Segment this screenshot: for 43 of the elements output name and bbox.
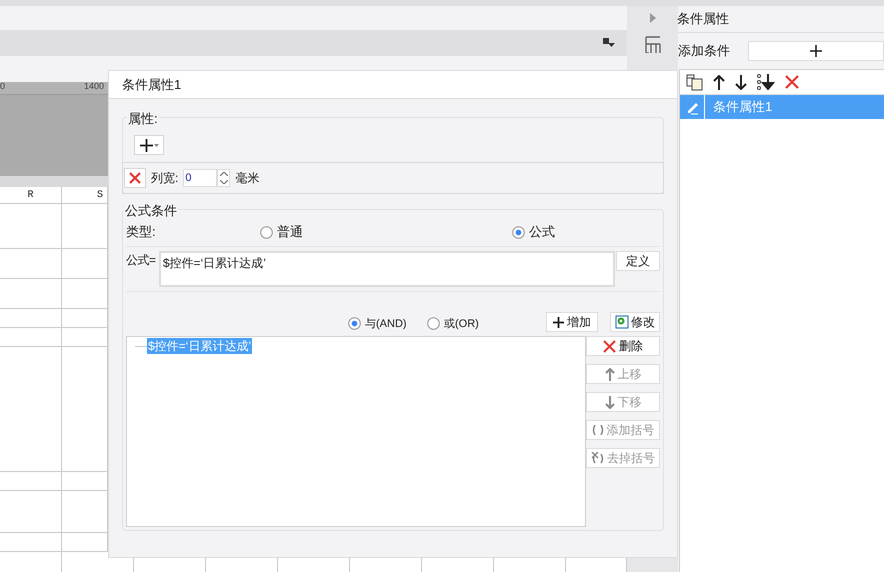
- radio-option[interactable]: 与(AND): [348, 316, 427, 332]
- dialog-title: 条件属性1: [122, 76, 182, 94]
- column-header: S: [96, 189, 103, 203]
- add-button[interactable]: 增加: [546, 312, 598, 332]
- parentheses-icon: [592, 425, 604, 435]
- width-field[interactable]: 0: [183, 169, 218, 187]
- plus-icon: [810, 45, 822, 57]
- close-icon: [603, 340, 616, 352]
- formula-label: 公式=: [126, 252, 157, 269]
- caret-icon: [154, 144, 158, 146]
- dropdown-icon[interactable]: [603, 38, 615, 48]
- radio-option[interactable]: 公式: [512, 222, 555, 242]
- delete-icon[interactable]: [785, 75, 799, 89]
- define-button[interactable]: 定义: [616, 251, 660, 271]
- close-icon: [129, 172, 141, 184]
- up-arrow-icon[interactable]: [713, 74, 725, 90]
- add-condition-label: 添加条件: [678, 42, 731, 60]
- column-width-label: 列宽:: [151, 170, 178, 187]
- action-button[interactable]: 删除: [586, 336, 660, 356]
- panel-title: 条件属性: [677, 10, 729, 28]
- down-arrow-icon: [604, 396, 614, 408]
- plus-icon: [553, 316, 564, 328]
- remove-parentheses-icon: [591, 452, 604, 464]
- type-label: 类型:: [126, 223, 157, 242]
- ruler-label: 0: [0, 80, 6, 94]
- modify-button[interactable]: 修改: [610, 312, 660, 332]
- up-arrow-icon: [604, 368, 614, 380]
- spinner-control[interactable]: [217, 169, 230, 187]
- radio-option[interactable]: 或(OR): [427, 316, 479, 332]
- move-bottom-icon[interactable]: [757, 74, 775, 90]
- formula-field[interactable]: $控件=‘日累计达成’: [158, 251, 616, 287]
- spin-up-icon[interactable]: [220, 172, 228, 176]
- add-attribute-button[interactable]: [134, 135, 164, 155]
- grid-icon[interactable]: [644, 36, 660, 53]
- down-arrow-icon[interactable]: [735, 74, 747, 90]
- column-header: R: [27, 189, 34, 203]
- spin-down-icon[interactable]: [220, 180, 228, 184]
- radio-option[interactable]: 普通: [260, 222, 512, 242]
- plus-icon: [140, 138, 152, 152]
- ruler-label: 1400: [84, 80, 104, 94]
- unit-label: 毫米: [235, 170, 260, 187]
- remove-button[interactable]: [124, 168, 146, 188]
- copy-icon[interactable]: [686, 74, 703, 90]
